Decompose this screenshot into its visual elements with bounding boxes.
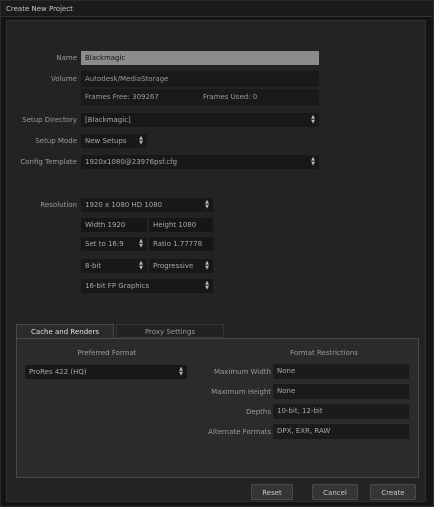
- preferred-format-header: Preferred Format: [77, 349, 137, 357]
- volume-label: Volume: [50, 75, 77, 83]
- create-project-window: Create New Project Name Blackmagic Volum…: [0, 0, 434, 507]
- setup-directory-label: Setup Directory: [22, 116, 77, 124]
- setup-mode-dropdown[interactable]: New Setups ▲ ▼: [81, 134, 147, 148]
- resolution-label: Resolution: [40, 201, 77, 209]
- bit-depth-value: 8-bit: [85, 262, 102, 270]
- window-title: Create New Project: [1, 1, 433, 17]
- depths-value[interactable]: 10-bit, 12-bit: [273, 404, 409, 419]
- up-down-arrows-icon: ▲ ▼: [205, 260, 209, 271]
- graphics-precision-value: 16-bit FP Graphics: [85, 282, 150, 290]
- up-down-arrows-icon: ▲ ▼: [139, 238, 143, 249]
- graphics-precision-dropdown[interactable]: 16-bit FP Graphics ▲ ▼: [81, 279, 213, 293]
- format-restrictions-header: Format Restrictions: [290, 349, 358, 357]
- tab-proxy-settings[interactable]: Proxy Settings: [116, 324, 224, 338]
- tab-cache-and-renders[interactable]: Cache and Renders: [16, 324, 114, 338]
- scan-mode-dropdown[interactable]: Progressive ▲ ▼: [149, 259, 213, 273]
- preferred-format-dropdown[interactable]: ProRes 422 (HQ) ▲ ▼: [25, 365, 187, 379]
- max-height-label: Maximum Height: [211, 388, 271, 396]
- setup-directory-dropdown[interactable]: [Blackmagic] ▲ ▼: [81, 113, 319, 127]
- cancel-button[interactable]: Cancel: [312, 484, 358, 500]
- name-label: Name: [56, 54, 77, 62]
- height-field[interactable]: Height 1080: [149, 218, 213, 232]
- depths-label: Depths: [246, 408, 271, 416]
- max-width-label: Maximum Width: [213, 368, 271, 376]
- bit-depth-dropdown[interactable]: 8-bit ▲ ▼: [81, 259, 147, 273]
- reset-button[interactable]: Reset: [251, 484, 293, 500]
- config-template-label: Config Template: [20, 158, 77, 166]
- up-down-arrows-icon: ▲ ▼: [139, 135, 143, 146]
- volume-frames-row: Frames Free: 309267 Frames Used: 0: [81, 89, 319, 105]
- max-height-value[interactable]: None: [273, 384, 409, 399]
- config-template-value: 1920x1080@23976psf.cfg: [85, 158, 178, 166]
- up-down-arrows-icon: ▲ ▼: [139, 260, 143, 271]
- max-width-value[interactable]: None: [273, 364, 409, 379]
- aspect-preset-dropdown[interactable]: Set to 16:9 ▲ ▼: [81, 237, 147, 251]
- frames-used-text: Frames Used: 0: [203, 93, 258, 101]
- scan-mode-value: Progressive: [153, 262, 194, 270]
- up-down-arrows-icon: ▲ ▼: [179, 366, 183, 377]
- resolution-preset-value: 1920 x 1080 HD 1080: [85, 201, 163, 209]
- alternate-formats-label: Alternate Formats: [208, 428, 271, 436]
- up-down-arrows-icon: ▲ ▼: [205, 280, 209, 291]
- cache-renders-panel: Preferred Format ProRes 422 (HQ) ▲ ▼ Form…: [16, 338, 419, 478]
- ratio-field[interactable]: Ratio 1.77778: [149, 237, 213, 251]
- setup-mode-value: New Setups: [85, 137, 127, 145]
- create-button[interactable]: Create: [370, 484, 416, 500]
- dialog-content: Name Blackmagic Volume Autodesk/MediaSto…: [6, 20, 426, 502]
- up-down-arrows-icon: ▲ ▼: [205, 199, 209, 210]
- up-down-arrows-icon: ▲ ▼: [311, 114, 315, 125]
- config-template-dropdown[interactable]: 1920x1080@23976psf.cfg ▲ ▼: [81, 155, 319, 169]
- setup-mode-label: Setup Mode: [35, 137, 77, 145]
- alternate-formats-value[interactable]: DPX, EXR, RAW: [273, 424, 409, 439]
- setup-directory-value: [Blackmagic]: [85, 116, 131, 124]
- aspect-preset-value: Set to 16:9: [85, 240, 124, 248]
- volume-value: Autodesk/MediaStorage: [81, 71, 319, 87]
- resolution-preset-dropdown[interactable]: 1920 x 1080 HD 1080 ▲ ▼: [81, 198, 213, 212]
- preferred-format-value: ProRes 422 (HQ): [29, 368, 87, 376]
- up-down-arrows-icon: ▲ ▼: [311, 156, 315, 167]
- frames-free-text: Frames Free: 309267: [85, 93, 159, 101]
- width-field[interactable]: Width 1920: [81, 218, 147, 232]
- name-input[interactable]: Blackmagic: [81, 51, 319, 65]
